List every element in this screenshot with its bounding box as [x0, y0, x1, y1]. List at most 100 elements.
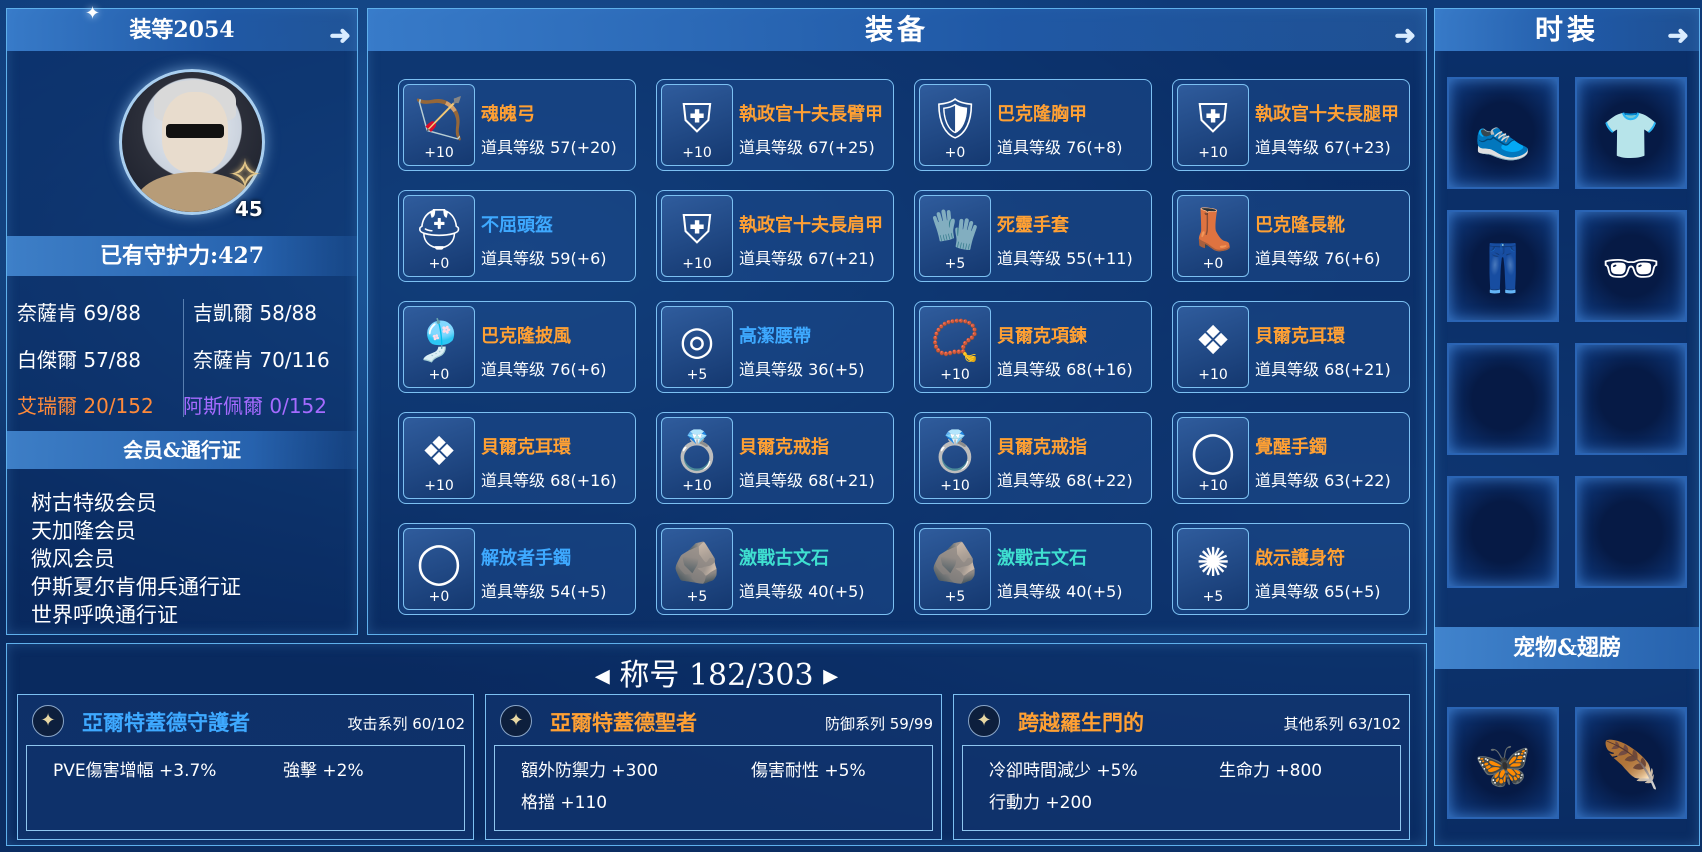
equipment-slot[interactable]: ⛨ +10 執政官十夫長臂甲 道具等级 67(+25) [656, 79, 894, 171]
belt-icon: ◎ [679, 318, 715, 364]
guard-power-bar: 已有守护力:427 [7, 236, 357, 276]
enhance-level: +5 [1202, 589, 1224, 605]
necklace-icon: 📿 [930, 318, 980, 364]
equipment-slot[interactable]: ✺ +5 啟示護身符 道具等级 65(+5) [1172, 523, 1410, 615]
gloves-icon: 🧤 [930, 207, 980, 253]
fashion-slot[interactable] [1575, 343, 1687, 455]
item-icon-box: 🧤 +5 [919, 195, 991, 277]
item-level: 道具等级 67(+21) [739, 249, 875, 268]
item-name: 死靈手套 [997, 215, 1069, 236]
item-level: 道具等级 68(+21) [739, 471, 875, 490]
fashion-slot[interactable]: 👟 [1447, 77, 1559, 189]
rune-stone-icon: 🪨 [930, 540, 980, 586]
membership-bar: 会员&通行证 [7, 431, 357, 469]
equipment-slot[interactable]: 👢 +0 巴克隆長靴 道具等级 76(+6) [1172, 190, 1410, 282]
earring-icon: ❖ [421, 429, 457, 475]
enhance-level: +0 [944, 145, 966, 161]
class-emblem-icon: ✧ [227, 150, 263, 199]
equipment-slot[interactable]: ⛨ +10 執政官十夫長肩甲 道具等级 67(+21) [656, 190, 894, 282]
equipment-slot[interactable]: 📿 +10 貝爾克項鍊 道具等级 68(+16) [914, 301, 1152, 393]
chevron-right-icon: ▸ [823, 658, 839, 693]
guard-power: 已有守护力:427 [99, 243, 265, 269]
item-name: 貝爾克戒指 [997, 437, 1087, 458]
item-name: 激戰古文石 [997, 548, 1087, 569]
avatar-glasses [166, 124, 224, 138]
title-name: 亞爾特蓋德聖者 [550, 711, 697, 735]
membership-item: 世界呼唤通行证 [31, 603, 178, 627]
equipment-slot[interactable]: ⛨ +10 執政官十夫長腿甲 道具等级 67(+23) [1172, 79, 1410, 171]
item-level: 道具等级 68(+16) [997, 360, 1133, 379]
enhance-level: +0 [1202, 256, 1224, 272]
equipment-slot[interactable]: ◯ +10 覺醒手鐲 道具等级 63(+22) [1172, 412, 1410, 504]
item-level: 道具等级 63(+22) [1255, 471, 1391, 490]
fashion-slot[interactable] [1447, 476, 1559, 588]
item-level: 道具等级 57(+20) [481, 138, 617, 157]
equipment-slot[interactable]: 🧤 +5 死靈手套道具等级 55(+11) [914, 190, 1152, 282]
sparkle-icon: ✦ [85, 3, 101, 24]
boots-icon: 👢 [1188, 207, 1238, 253]
pet-slot[interactable]: 🦋 [1447, 707, 1559, 819]
enhance-level: +5 [944, 589, 966, 605]
rune-stone-icon: 🪨 [672, 540, 722, 586]
title-card[interactable]: ✦ 跨越羅生門的 其他系列 63/102 冷卻時間減少 +5% 生命力 +800 行動力 … [953, 694, 1410, 840]
equipment-slot[interactable]: ◎ +5 高潔腰帶 道具等级 36(+5) [656, 301, 894, 393]
shoulder-armor-icon: ⛨ [682, 207, 712, 253]
gear-score: 装等2054 [129, 17, 235, 43]
equipment-slot[interactable]: 🪨 +5 激戰古文石 道具等级 40(+5) [656, 523, 894, 615]
equipment-header: 装备 ➜ [368, 9, 1426, 51]
item-name: 巴克隆胸甲 [997, 104, 1087, 125]
bow-icon: 🏹 [414, 96, 464, 142]
item-icon-box: 💍 +10 [919, 417, 991, 499]
butterfly-wings-icon: 🦋 [1474, 738, 1532, 792]
title-card[interactable]: ✦ 亞爾特蓋德守護者 攻击系列 60/102 PVE傷害增幅 +3.7% 強擊 +2% [17, 694, 474, 840]
enhance-level: +0 [428, 367, 450, 383]
fashion-slot[interactable] [1575, 476, 1687, 588]
stat-item: 吉凱爾 58/88 [193, 301, 317, 325]
stat-item: 阿斯佩爾 0/152 [183, 394, 327, 418]
item-level: 道具等级 67(+23) [1255, 138, 1391, 157]
title-series: 防御系列 59/99 [825, 715, 933, 733]
title-series: 攻击系列 60/102 [347, 715, 465, 733]
item-icon-box: 🏹 +10 [403, 84, 475, 166]
sneakers-icon: 👟 [1474, 108, 1532, 162]
item-level: 道具等级 68(+21) [1255, 360, 1391, 379]
item-icon-box: ⛨ +10 [661, 195, 733, 277]
enhance-level: +5 [944, 256, 966, 272]
fashion-slot[interactable] [1447, 343, 1559, 455]
equipment-slot[interactable]: ⛑ +0 不屈頭盔 道具等级 59(+6) [398, 190, 636, 282]
equipment-slot[interactable]: 🏹 +10 魂魄弓 道具等级 57(+20) [398, 79, 636, 171]
arrow-icon: ➜ [1667, 21, 1693, 51]
fashion-title: 时装 [1534, 13, 1599, 46]
equipment-slot[interactable]: ◯ +0 解放者手鐲 道具等级 54(+5) [398, 523, 636, 615]
fashion-slot[interactable]: 🕶 [1575, 210, 1687, 322]
equipment-slot[interactable]: 🪨 +5 激戰古文石 道具等级 40(+5) [914, 523, 1152, 615]
equipment-slot[interactable]: 🛡 +0 巴克隆胸甲 道具等级 76(+8) [914, 79, 1152, 171]
equipment-slot[interactable]: 🎐 +0 巴克隆披風 道具等级 76(+6) [398, 301, 636, 393]
item-name: 執政官十夫長腿甲 [1255, 104, 1399, 125]
dark-wings-icon: 🪶 [1602, 738, 1660, 792]
item-icon-box: ❖ +10 [403, 417, 475, 499]
equipment-slot[interactable]: ❖ +10 貝爾克耳環 道具等级 68(+16) [398, 412, 636, 504]
bracelet-icon: ◯ [416, 540, 462, 586]
title-card[interactable]: ✦ 亞爾特蓋德聖者 防御系列 59/99 額外防禦力 +300 傷害耐性 +5% 格擋 +… [485, 694, 942, 840]
item-level: 道具等级 55(+11) [997, 249, 1133, 268]
titles-panel: ◂ 称号 182/303 ▸ ✦ 亞爾特蓋德守護者 攻击系列 60/102 PVE傷害… [6, 643, 1427, 846]
fashion-slot[interactable]: 👕 [1575, 77, 1687, 189]
shirt-icon: 👕 [1602, 108, 1660, 162]
item-icon-box: 🪨 +5 [661, 528, 733, 610]
equipment-panel: 装备 ➜ 🏹 +10 魂魄弓 道具等级 57(+20) ⛨ +10 執政官十夫長臂甲 道具等级… [367, 8, 1427, 635]
title-effect: 冷卻時間減少 +5% [989, 761, 1138, 781]
equipment-title: 装备 [864, 13, 929, 46]
enhance-level: +10 [682, 145, 712, 161]
membership-item: 伊斯夏尔肯佣兵通行证 [31, 575, 241, 599]
pet-slot[interactable]: 🪶 [1575, 707, 1687, 819]
equipment-slot[interactable]: 💍 +10 貝爾克戒指 道具等级 68(+21) [656, 412, 894, 504]
enhance-level: +10 [424, 478, 454, 494]
pet-wings-bar: 宠物&翅膀 [1435, 627, 1699, 669]
title-emblem-icon: ✦ [500, 705, 532, 737]
equipment-slot[interactable]: ❖ +10 貝爾克耳環 道具等级 68(+21) [1172, 301, 1410, 393]
equipment-slot[interactable]: 💍 +10 貝爾克戒指 道具等级 68(+22) [914, 412, 1152, 504]
fashion-slot[interactable]: 👖 [1447, 210, 1559, 322]
enhance-level: +10 [424, 145, 454, 161]
leg-armor-icon: ⛨ [1198, 96, 1228, 142]
